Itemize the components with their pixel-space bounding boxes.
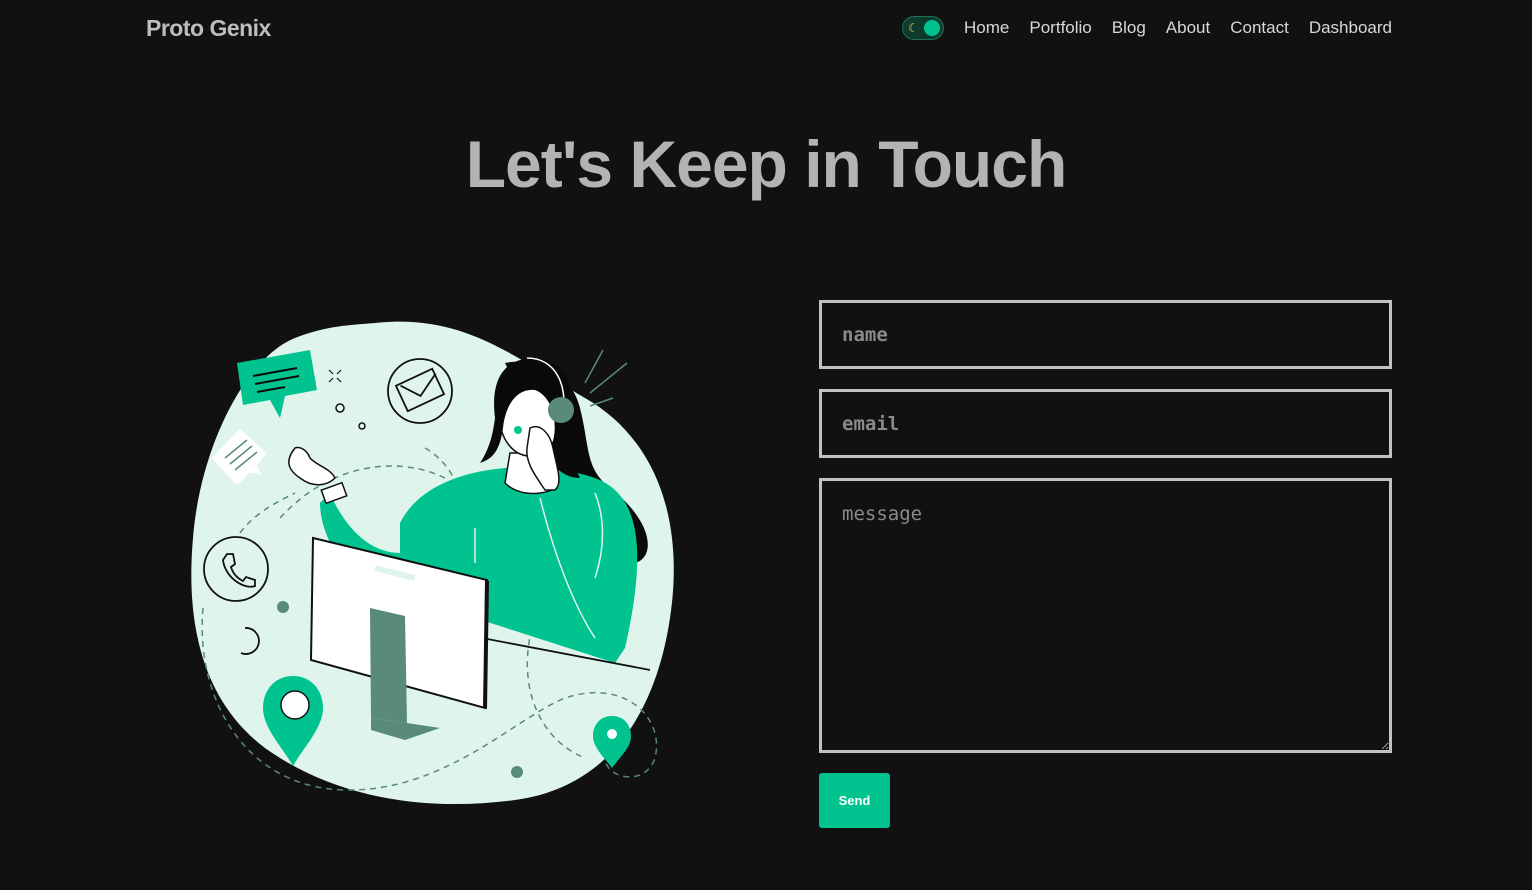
page-title: Let's Keep in Touch	[465, 127, 1068, 201]
brand-logo[interactable]: Proto Genix	[146, 15, 271, 42]
nav-link-home[interactable]: Home	[964, 18, 1009, 38]
email-input[interactable]	[819, 389, 1392, 458]
contact-form: Send	[819, 300, 1392, 828]
contact-illustration	[185, 318, 680, 808]
moon-icon: ☾	[908, 21, 919, 35]
nav-link-portfolio[interactable]: Portfolio	[1029, 18, 1091, 38]
name-input[interactable]	[819, 300, 1392, 369]
send-button[interactable]: Send	[819, 773, 890, 828]
nav-menu: ☾ Home Portfolio Blog About Contact Dash…	[902, 16, 1392, 40]
nav-link-dashboard[interactable]: Dashboard	[1309, 18, 1392, 38]
navbar: Proto Genix ☾ Home Portfolio Blog About …	[0, 0, 1532, 56]
toggle-knob	[924, 20, 941, 36]
message-textarea[interactable]	[819, 478, 1392, 753]
nav-link-about[interactable]: About	[1166, 18, 1210, 38]
nav-link-blog[interactable]: Blog	[1112, 18, 1146, 38]
nav-link-contact[interactable]: Contact	[1230, 18, 1289, 38]
theme-toggle[interactable]: ☾	[902, 16, 945, 40]
